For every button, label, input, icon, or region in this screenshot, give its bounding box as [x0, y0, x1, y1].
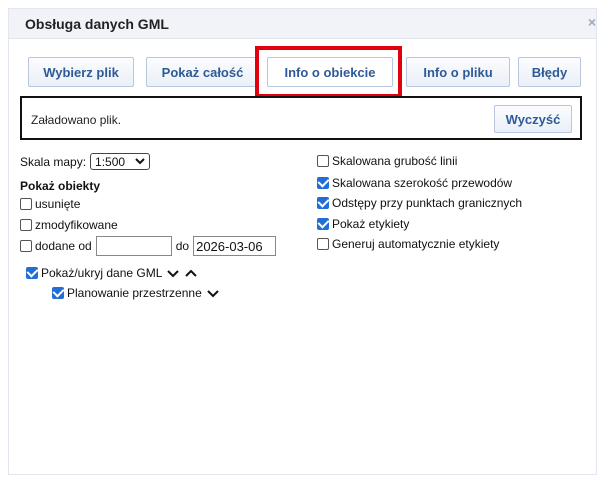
modified-label: zmodyfikowane: [35, 218, 118, 232]
scale-value: 1:500: [95, 154, 126, 169]
planning-row: Planowanie przestrzenne: [52, 286, 220, 300]
added-from-label: dodane od: [35, 239, 92, 253]
chevron-down-icon[interactable]: [206, 288, 220, 298]
added-from-input[interactable]: [95, 236, 172, 256]
clear-button[interactable]: Wyczyść: [494, 105, 572, 133]
tab-file-info[interactable]: Info o pliku: [406, 57, 510, 87]
titlebar: Obsługa danych GML ×: [9, 9, 596, 39]
panel-title: Obsługa danych GML: [25, 16, 169, 32]
chevron-down-icon: [135, 158, 145, 165]
to-label: do: [175, 239, 190, 253]
auto-labels-checkbox[interactable]: [317, 238, 329, 250]
chevron-down-icon[interactable]: [166, 268, 180, 278]
close-icon[interactable]: ×: [588, 14, 596, 30]
highlight-frame: [255, 46, 402, 98]
added-from-row: dodane od do 2026-03-06: [20, 236, 280, 256]
toggle-gml-label: Pokaż/ukryj dane GML: [41, 266, 163, 280]
boundary-point-spacing-label: Odstępy przy punktach granicznych: [332, 196, 523, 210]
toggle-gml-checkbox[interactable]: [26, 267, 38, 279]
scaled-line-thickness-label: Skalowana grubość linii: [332, 154, 458, 168]
scaled-wire-width-label: Skalowana szerokość przewodów: [332, 176, 513, 190]
show-objects-heading: Pokaż obiekty: [20, 179, 101, 193]
auto-labels-row: Generuj automatycznie etykiety: [317, 237, 499, 251]
tab-show-all[interactable]: Pokaż całość: [146, 57, 259, 87]
planning-checkbox[interactable]: [52, 287, 64, 299]
boundary-point-spacing-checkbox[interactable]: [317, 197, 329, 209]
scaled-wire-width-checkbox[interactable]: [317, 177, 329, 189]
deleted-checkbox[interactable]: [20, 198, 32, 210]
show-labels-row: Pokaż etykiety: [317, 217, 409, 231]
chevron-up-icon[interactable]: [184, 268, 198, 278]
scaled-line-thickness-row: Skalowana grubość linii: [317, 154, 457, 168]
auto-labels-label: Generuj automatycznie etykiety: [332, 237, 500, 251]
toggle-gml-row: Pokaż/ukryj dane GML: [26, 266, 198, 280]
show-labels-checkbox[interactable]: [317, 218, 329, 230]
show-labels-label: Pokaż etykiety: [332, 217, 410, 231]
to-date-input[interactable]: 2026-03-06: [193, 236, 277, 256]
scale-row: Skala mapy: 1:500: [20, 153, 151, 170]
status-message: Załadowano plik.: [31, 113, 122, 127]
planning-label: Planowanie przestrzenne: [67, 286, 202, 300]
modified-row: zmodyfikowane: [20, 218, 118, 232]
scale-select[interactable]: 1:500: [90, 153, 151, 170]
added-from-checkbox[interactable]: [20, 240, 32, 252]
scaled-wire-width-row: Skalowana szerokość przewodów: [317, 176, 512, 190]
deleted-label: usunięte: [35, 197, 81, 211]
scaled-line-thickness-checkbox[interactable]: [317, 155, 329, 167]
boundary-point-spacing-row: Odstępy przy punktach granicznych: [317, 196, 522, 210]
modified-checkbox[interactable]: [20, 219, 32, 231]
tab-errors[interactable]: Błędy: [518, 57, 581, 87]
tab-select-file[interactable]: Wybierz plik: [28, 57, 134, 87]
deleted-row: usunięte: [20, 197, 80, 211]
message-box: Załadowano plik. Wyczyść: [20, 96, 582, 140]
scale-label: Skala mapy:: [20, 154, 87, 169]
